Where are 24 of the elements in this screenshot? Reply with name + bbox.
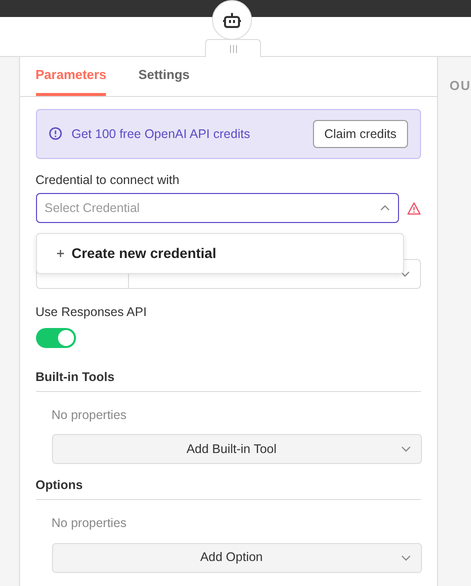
chevron-down-icon [400, 271, 410, 277]
robot-icon [223, 12, 241, 28]
tab[interactable]: Settings [138, 57, 190, 96]
field-label: Use Responses API [36, 304, 148, 321]
grip-icon [230, 45, 236, 53]
plus-icon [56, 250, 64, 257]
warning-icon [406, 202, 420, 214]
panel-title: OU [450, 78, 471, 93]
chevron-down-icon [400, 554, 410, 561]
drag-handle[interactable] [205, 39, 261, 58]
dropdown-button[interactable]: Add Built-in Tool [52, 434, 422, 464]
empty-text: No properties [52, 406, 128, 424]
claim-credits-button[interactable]: Claim credits [313, 120, 408, 148]
menu-item[interactable]: Create new credential [56, 243, 216, 264]
empty-text: No properties [52, 515, 128, 532]
info-icon [48, 127, 62, 140]
dropdown-button[interactable]: Add Option [52, 542, 422, 573]
field-label: Credential to connect with [36, 172, 180, 190]
banner-text: Get 100 free OpenAI API credits [72, 126, 252, 143]
section-title: Built-in Tools [36, 368, 420, 392]
toggle-switch[interactable] [36, 328, 76, 348]
chevron-up-icon [380, 205, 390, 211]
section-title: Options [36, 476, 420, 500]
chevron-down-icon [400, 446, 410, 452]
